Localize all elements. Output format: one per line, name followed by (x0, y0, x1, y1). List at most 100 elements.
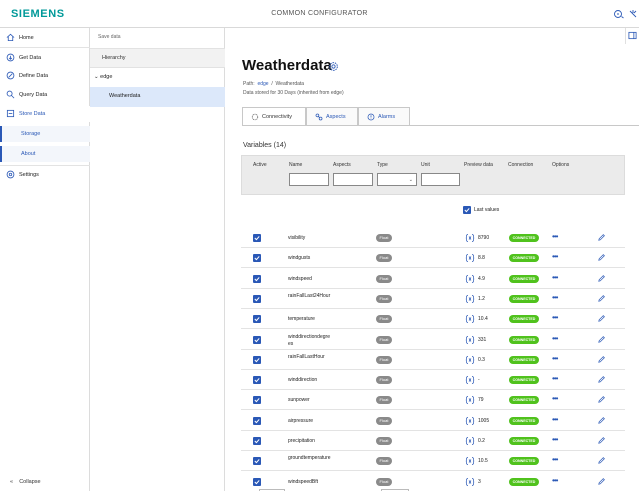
query-data-icon (6, 90, 15, 99)
options-menu-icon[interactable]: ••• (552, 435, 558, 444)
active-checkbox[interactable] (253, 396, 261, 405)
preview-data-icon[interactable] (465, 395, 475, 405)
sidebar-subitem-about[interactable]: About (0, 146, 90, 162)
sidebar-item-store-data[interactable]: Store Data (0, 106, 90, 122)
sidebar-item-home[interactable]: Home (0, 30, 90, 46)
edit-icon[interactable] (597, 375, 606, 384)
table-row[interactable]: sunpower Float 79 CONNECTED ••• (241, 390, 625, 411)
preview-data-icon[interactable] (465, 416, 475, 426)
edit-icon[interactable] (597, 416, 606, 425)
table-row[interactable]: temperature Float 10.4 CONNECTED ••• (241, 309, 625, 330)
preview-data-icon[interactable] (465, 477, 475, 487)
table-row[interactable]: rainFallLast24Hour Float 1.2 CONNECTED ••• (241, 288, 625, 309)
active-checkbox[interactable] (253, 437, 261, 445)
preview-value: 4.9 (478, 275, 485, 282)
tab-alarms[interactable]: Alarms (358, 107, 410, 126)
type-badge: Float (376, 254, 392, 263)
type-filter-select[interactable]: ⌄ (377, 173, 417, 186)
path-label: Path: (243, 81, 255, 87)
edit-icon[interactable] (597, 395, 606, 404)
active-checkbox[interactable] (253, 376, 261, 385)
options-menu-icon[interactable]: ••• (552, 252, 558, 261)
preview-data-icon[interactable] (465, 436, 475, 446)
preview-data-icon[interactable] (465, 314, 475, 324)
active-checkbox[interactable] (253, 274, 261, 283)
sidebar-subitem-label: Storage (21, 131, 41, 137)
active-checkbox[interactable] (253, 477, 261, 486)
preview-data-icon[interactable] (465, 456, 475, 466)
table-row[interactable]: windspeed Float 4.9 CONNECTED ••• (241, 268, 625, 289)
sidebar-item-settings[interactable]: Settings (0, 167, 90, 183)
preview-data-icon[interactable] (465, 274, 475, 284)
preview-data-icon[interactable] (465, 233, 475, 243)
options-menu-icon[interactable]: ••• (552, 394, 558, 403)
edit-icon[interactable] (597, 456, 606, 465)
collapse-button[interactable]: « Collapse (10, 479, 41, 485)
active-checkbox[interactable] (253, 234, 261, 242)
user-switch-icon[interactable] (614, 9, 624, 19)
tree-node-edge[interactable]: ⌄ edge (94, 74, 112, 80)
sidebar-item-define-data[interactable]: Define Data (0, 68, 90, 84)
edit-icon[interactable] (597, 335, 606, 344)
tab-aspects[interactable]: Aspects (306, 107, 358, 126)
preview-data-icon[interactable] (465, 355, 475, 365)
get-data-icon (6, 53, 15, 62)
preview-data-icon[interactable] (465, 294, 475, 304)
preview-data-icon[interactable] (465, 335, 475, 345)
options-menu-icon[interactable]: ••• (552, 455, 558, 464)
edit-icon[interactable] (597, 294, 606, 303)
active-checkbox[interactable] (253, 254, 261, 263)
panel-toggle-button[interactable] (625, 28, 639, 44)
aspects-filter-input[interactable] (333, 173, 373, 186)
options-menu-icon[interactable]: ••• (552, 232, 558, 241)
edit-icon[interactable] (597, 253, 606, 262)
edit-icon[interactable] (597, 355, 606, 364)
active-checkbox[interactable] (253, 335, 261, 344)
tab-connectivity[interactable]: Connectivity (242, 107, 306, 126)
table-row[interactable]: windspeedBft Float 3 CONNECTED ••• (241, 471, 625, 491)
edit-icon[interactable] (597, 477, 606, 486)
active-checkbox[interactable] (253, 457, 261, 466)
preview-data-icon[interactable] (465, 253, 475, 263)
table-row[interactable]: groundtemperature Float 10.5 CONNECTED ••• (241, 451, 625, 472)
path-link-edge[interactable]: edge (257, 81, 268, 87)
options-menu-icon[interactable]: ••• (552, 374, 558, 383)
table-row[interactable]: precipitation Float 0.2 CONNECTED ••• (241, 431, 625, 451)
table-row[interactable]: airpressure Float 1005 CONNECTED ••• (241, 410, 625, 431)
edit-icon[interactable] (597, 274, 606, 283)
table-row[interactable]: winddirection Float - CONNECTED ••• (241, 370, 625, 391)
tree-node-label: edge (100, 74, 113, 80)
options-menu-icon[interactable]: ••• (552, 273, 558, 282)
name-filter-input[interactable] (289, 173, 329, 186)
preview-data-icon[interactable] (465, 375, 475, 385)
sidebar-subitem-storage[interactable]: Storage (0, 126, 90, 142)
table-row[interactable]: windgusts Float 8.8 CONNECTED ••• (241, 248, 625, 269)
check-icon (254, 317, 260, 322)
table-row[interactable]: visibility Float 8790 CONNECTED ••• (241, 228, 625, 248)
sidebar-item-label: Get Data (19, 55, 42, 61)
options-menu-icon[interactable]: ••• (552, 313, 558, 322)
table-row[interactable]: rainFallLastHour Float 0.3 CONNECTED ••• (241, 349, 625, 370)
options-menu-icon[interactable]: ••• (552, 334, 558, 343)
sidebar-item-get-data[interactable]: Get Data (0, 50, 90, 66)
unit-filter-input[interactable] (421, 173, 460, 186)
options-menu-icon[interactable]: ••• (552, 476, 558, 485)
settings-quick-icon[interactable] (628, 9, 638, 19)
tree-node-weatherdata[interactable]: Weatherdata (90, 87, 225, 107)
sidebar-item-query-data[interactable]: Query Data (0, 87, 90, 103)
active-checkbox[interactable] (253, 355, 261, 364)
edit-icon[interactable] (597, 436, 606, 445)
active-checkbox[interactable] (253, 315, 261, 324)
last-values-checkbox[interactable] (463, 206, 471, 214)
table-row[interactable]: winddirectiondegrees Float 331 CONNECTED ••• (241, 329, 625, 350)
edit-icon[interactable] (597, 233, 606, 242)
options-menu-icon[interactable]: ••• (552, 415, 558, 424)
options-menu-icon[interactable]: ••• (552, 293, 558, 302)
preview-value: 0.3 (478, 356, 485, 363)
active-checkbox[interactable] (253, 294, 261, 303)
column-header: Preview data (464, 162, 493, 168)
active-checkbox[interactable] (253, 416, 261, 425)
gear-icon[interactable] (328, 61, 339, 72)
edit-icon[interactable] (597, 314, 606, 323)
options-menu-icon[interactable]: ••• (552, 354, 558, 363)
